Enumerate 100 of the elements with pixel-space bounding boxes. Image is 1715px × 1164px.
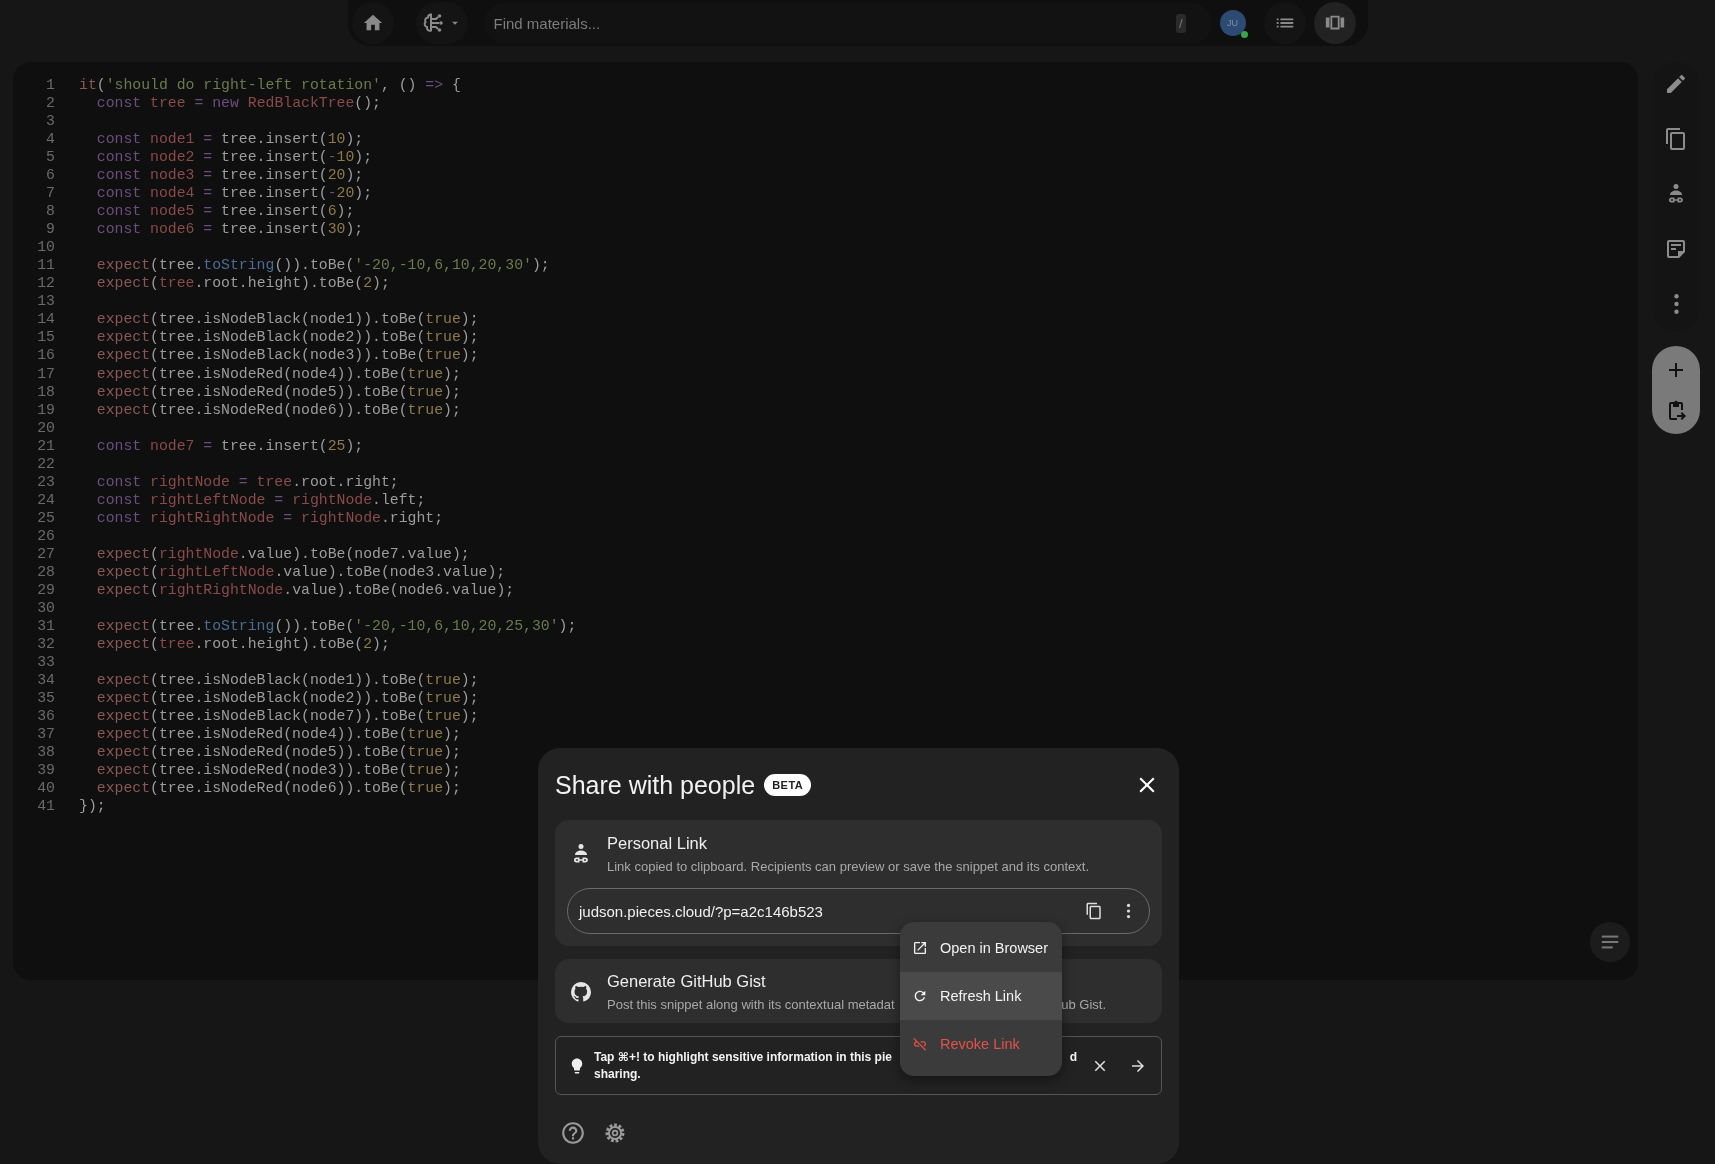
- dialog-title: Share with people: [555, 770, 756, 800]
- code-line: it('should do right-left rotation', () => {: [79, 76, 461, 95]
- line-number: 12: [36, 274, 55, 293]
- code-line: expect(rightRightNode.value).toBe(node6.value);: [95, 580, 515, 599]
- code-line: expect(tree.isNodeBlack(node2)).toBe(true);: [95, 328, 479, 347]
- code-line: expect(tree.isNodeRed(node6)).toBe(true);: [95, 779, 461, 798]
- code-line: expect(tree.isNodeRed(node4)).toBe(true);: [95, 725, 461, 744]
- line-number: 31: [36, 616, 55, 635]
- beta-badge: BETA: [764, 774, 812, 796]
- line-number: 19: [36, 400, 55, 419]
- tip-text: d: [1069, 1048, 1077, 1066]
- line-number: 30: [36, 598, 55, 617]
- note-icon: [1664, 237, 1688, 261]
- brain-menu-button[interactable]: [415, 2, 468, 44]
- line-number: 6: [45, 166, 55, 185]
- line-number: 37: [36, 725, 55, 744]
- code-line: expect(tree.isNodeBlack(node7)).toBe(true);: [95, 707, 479, 726]
- line-number: 16: [36, 346, 55, 365]
- code-line: const rightRightNode = rightNode.right;: [95, 508, 444, 527]
- card-title: Generate GitHub Gist: [607, 972, 767, 991]
- menu-item[interactable]: Refresh Link: [900, 972, 1062, 1020]
- code-line: const node2 = tree.insert(-10);: [95, 148, 373, 167]
- code-line: expect(tree.isNodeRed(node5)).toBe(true);: [95, 382, 461, 401]
- line-number: 9: [45, 220, 55, 239]
- line-number: 2: [45, 94, 55, 113]
- code-line: expect(rightLeftNode.value).toBe(node3.value);: [95, 562, 506, 581]
- code-line: expect(tree.isNodeBlack(node2)).toBe(true);: [95, 689, 479, 708]
- code-line: expect(rightNode.value).toBe(node7.value);: [95, 544, 470, 563]
- help-button[interactable]: [559, 1119, 587, 1147]
- list-view-button[interactable]: [1263, 2, 1306, 44]
- code-line: expect(tree.toString()).toBe('-20,-10,6,10,20,25,30');: [95, 616, 577, 635]
- line-number: 36: [36, 707, 55, 726]
- copy-icon: [1664, 127, 1688, 151]
- code-line: const node7 = tree.insert(25);: [95, 436, 364, 455]
- card-description: Post this snippet along with its contextual metadat: [607, 997, 895, 1012]
- line-number: 7: [45, 184, 55, 203]
- tip-text: sharing.: [594, 1065, 642, 1083]
- code-line: expect(tree.toString()).toBe('-20,-10,6,10,20,30');: [95, 256, 550, 275]
- link-off-icon: [912, 1036, 928, 1052]
- refresh-icon: [912, 988, 928, 1004]
- more-icon: [1125, 903, 1131, 919]
- line-number: 17: [36, 364, 55, 383]
- more-icon: [1672, 293, 1680, 315]
- code-line: const node5 = tree.insert(6);: [95, 202, 355, 221]
- code-line: expect(tree.isNodeBlack(node3)).toBe(true);: [95, 346, 479, 365]
- line-number: 26: [36, 526, 55, 545]
- copy-icon: [1085, 902, 1103, 920]
- format-button[interactable]: [1590, 922, 1630, 962]
- line-number: 39: [36, 761, 55, 780]
- line-number: 10: [36, 238, 55, 257]
- code-line: const rightLeftNode = rightNode.left;: [95, 490, 426, 509]
- brain-icon: [421, 11, 446, 35]
- line-number: 32: [36, 634, 55, 653]
- code-line: expect(tree.root.height).toBe(2);: [95, 634, 390, 653]
- code-line: expect(tree.isNodeRed(node6)).toBe(true);: [95, 400, 461, 419]
- line-number: 11: [36, 256, 55, 275]
- line-number: 5: [45, 148, 55, 167]
- line-number: 23: [36, 472, 55, 491]
- line-number: 1: [45, 76, 55, 95]
- line-number: 21: [36, 436, 55, 455]
- line-number: 41: [36, 797, 55, 816]
- code-line: const node6 = tree.insert(30);: [95, 220, 364, 239]
- line-number: 24: [36, 490, 55, 509]
- line-number: 35: [36, 689, 55, 708]
- carousel-view-button[interactable]: [1313, 2, 1356, 44]
- code-line: const node3 = tree.insert(20);: [95, 166, 364, 185]
- line-number: 14: [36, 310, 55, 329]
- line-number: 8: [45, 202, 55, 221]
- line-number: 13: [36, 292, 55, 311]
- code-line: expect(tree.isNodeBlack(node1)).toBe(true);: [95, 671, 479, 690]
- line-number: 4: [45, 130, 55, 149]
- open-external-icon: [912, 940, 928, 956]
- code-line: expect(tree.isNodeRed(node5)).toBe(true);: [95, 743, 461, 762]
- github-icon: [569, 980, 593, 1004]
- code-line: const tree = new RedBlackTree();: [95, 94, 381, 113]
- code-line: const node4 = tree.insert(-20);: [95, 184, 373, 203]
- line-number: 18: [36, 382, 55, 401]
- pencil-icon: [1664, 72, 1688, 96]
- code-line: expect(tree.isNodeRed(node3)).toBe(true);: [95, 761, 461, 780]
- shortcut-key: /: [1175, 13, 1186, 33]
- line-number: 40: [36, 779, 55, 798]
- code-line: const node1 = tree.insert(10);: [95, 130, 364, 149]
- home-button[interactable]: [351, 2, 394, 44]
- line-number: 27: [36, 544, 55, 563]
- line-number: 15: [36, 328, 55, 347]
- code-line: });: [79, 797, 106, 816]
- line-number: 22: [36, 454, 55, 473]
- line-number: 20: [36, 418, 55, 437]
- code-line: expect(tree.root.height).toBe(2);: [95, 274, 390, 293]
- card-description: ub Gist.: [1061, 997, 1106, 1012]
- line-number: 29: [36, 580, 55, 599]
- code-line: const rightNode = tree.root.right;: [95, 472, 399, 491]
- line-number: 38: [36, 743, 55, 762]
- line-number: 28: [36, 562, 55, 581]
- code-line: expect(tree.isNodeRed(node4)).toBe(true);: [95, 364, 461, 383]
- line-number: 34: [36, 671, 55, 690]
- code-line: expect(tree.isNodeBlack(node1)).toBe(true);: [95, 310, 479, 329]
- line-number: 25: [36, 508, 55, 527]
- search-input[interactable]: Find materials...: [487, 5, 1168, 41]
- help-icon: [560, 1120, 586, 1146]
